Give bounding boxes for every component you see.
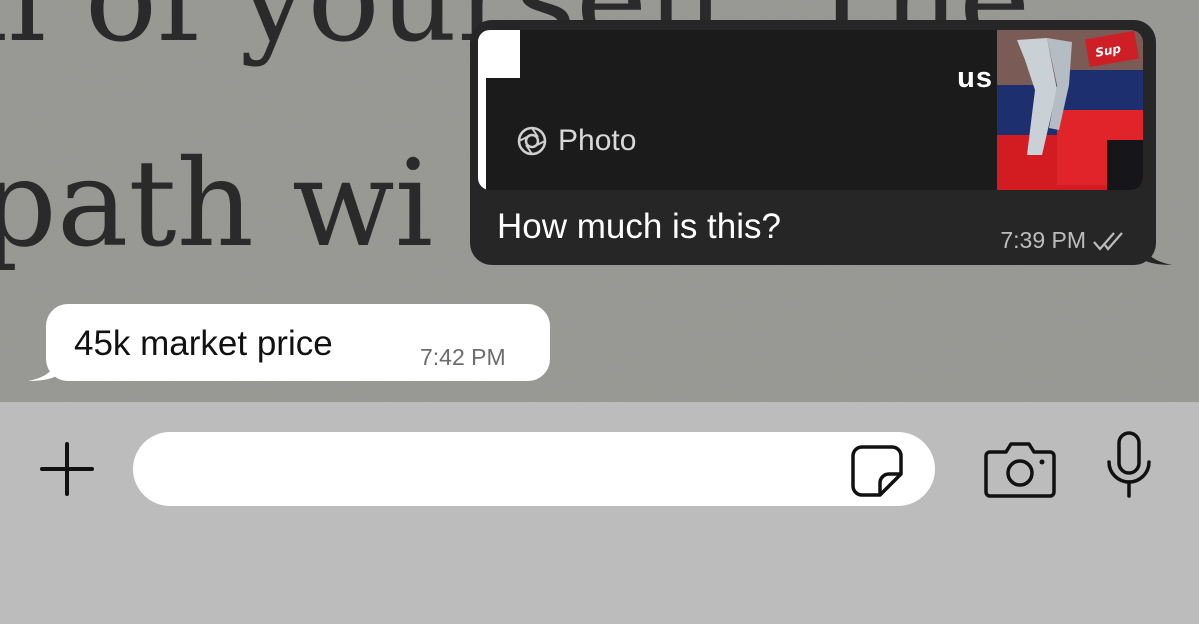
outgoing-message-meta: 7:39 PM xyxy=(1000,227,1126,254)
outgoing-message-time: 7:39 PM xyxy=(1000,227,1086,253)
message-input-bar xyxy=(0,402,1199,624)
quoted-photo-thumbnail[interactable]: Sup xyxy=(997,30,1143,190)
microphone-icon[interactable] xyxy=(1101,430,1157,500)
reply-quote[interactable]: us Photo Sup xyxy=(478,30,1143,190)
bubble-tail xyxy=(1142,239,1172,265)
quote-media-type: Photo xyxy=(516,124,636,158)
camera-icon[interactable] xyxy=(984,440,1056,498)
incoming-message-text: 45k market price xyxy=(74,324,333,363)
plus-icon[interactable] xyxy=(36,438,98,500)
quote-sender-name: us xyxy=(957,62,993,94)
quote-type-label: Photo xyxy=(558,124,637,157)
bubble-tail xyxy=(28,355,58,381)
message-input[interactable] xyxy=(133,432,935,506)
sticker-icon[interactable] xyxy=(850,444,904,498)
incoming-message-bubble[interactable]: 45k market price 7:42 PM xyxy=(28,304,550,381)
outgoing-message-text: How much is this? xyxy=(497,207,781,246)
wallpaper-line-2: path wi xyxy=(0,135,433,274)
camera-lens-icon xyxy=(517,126,547,156)
double-check-icon xyxy=(1093,231,1123,251)
outgoing-message-bubble[interactable]: us Photo Sup How much is this? 7:39 PM xyxy=(470,20,1172,265)
incoming-message-time: 7:42 PM xyxy=(420,344,506,370)
redaction-block xyxy=(478,30,520,78)
